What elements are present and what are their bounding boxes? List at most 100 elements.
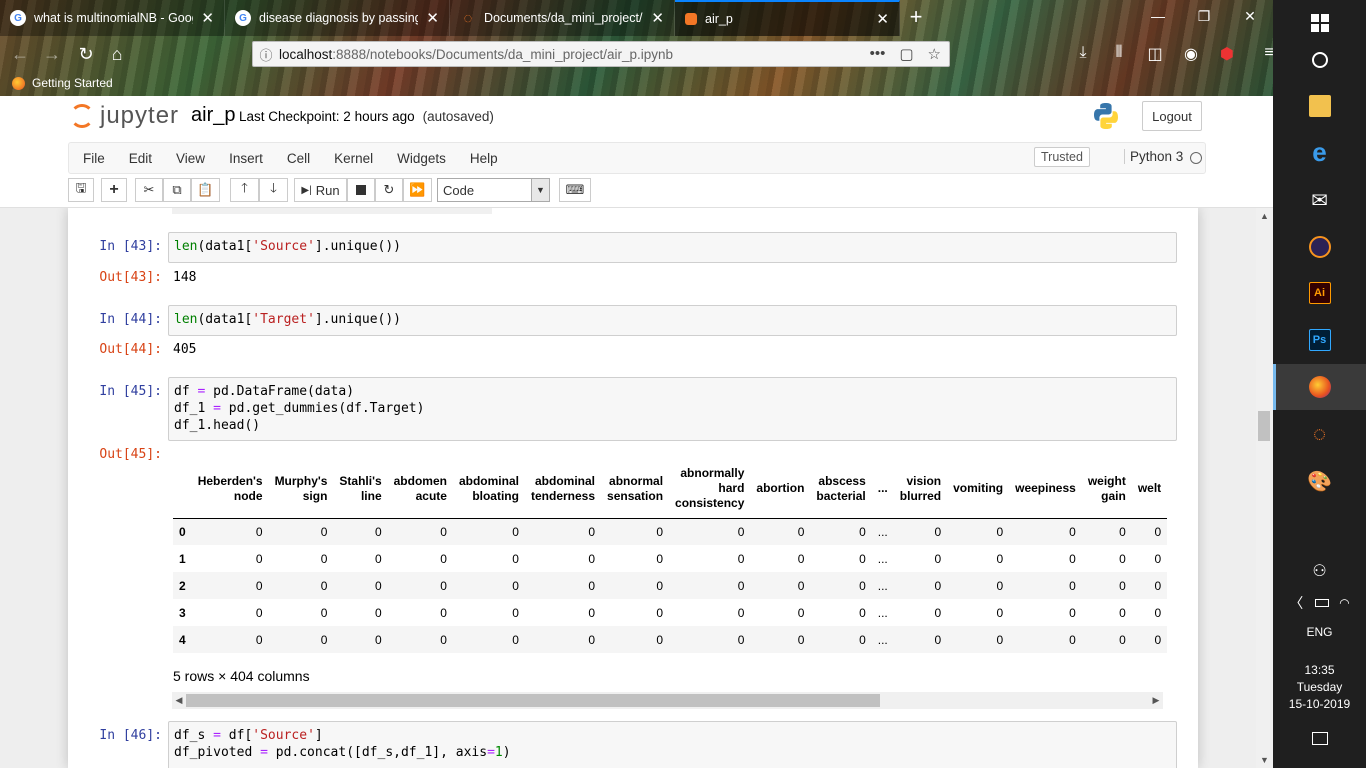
reload-icon[interactable]: ↻ [74,42,98,66]
column-header-text: weight [1087,473,1126,488]
info-icon[interactable]: ⓘ [253,45,279,64]
forward-icon[interactable]: → [40,42,64,66]
input-prompt: In [44]: [99,312,162,327]
browser-tab-air-p[interactable]: air_p ✕ [675,0,900,36]
menu-edit[interactable]: Edit [129,151,152,166]
code-cell-44[interactable]: len(data1['Target'].unique()) [168,305,1177,336]
chevron-left-icon[interactable]: 〈 [1289,593,1303,613]
column-header-text: bloating [472,488,519,503]
clock-day[interactable]: Tuesday [1273,680,1366,694]
bookmark-star-icon[interactable]: ☆ [928,45,941,63]
menu-help[interactable]: Help [470,151,498,166]
restore-icon[interactable]: ❐ [1181,0,1227,32]
code-cell-45[interactable]: df = pd.DataFrame(data) df_1 = pd.get_du… [168,377,1177,441]
menu-kernel[interactable]: Kernel [334,151,373,166]
table-cell: 0 [737,524,745,539]
cortana-icon[interactable] [1273,37,1366,83]
paint-icon[interactable]: 🎨 [1273,458,1366,504]
restart-run-all-button[interactable]: ⏩ [403,178,432,202]
sidebar-icon[interactable]: ◫ [1144,44,1166,64]
move-up-button[interactable]: 🡑 [230,178,259,202]
action-center-icon[interactable] [1273,715,1366,761]
page-actions-icon[interactable]: ••• [870,45,886,63]
column-header-text: abscess [818,473,866,488]
language-indicator[interactable]: ENG [1273,625,1366,639]
close-tab-icon[interactable]: ✕ [201,9,214,27]
table-cell: 0 [512,551,519,566]
extension-icon[interactable]: ⬢ [1216,44,1238,64]
column-header: Heberden's node [191,460,269,519]
home-icon[interactable]: ⌂ [105,42,129,66]
run-button[interactable]: ▶| Run [294,178,347,202]
edge-icon[interactable]: e [1273,129,1366,175]
logout-button[interactable]: Logout [1142,101,1202,131]
copy-button[interactable]: ⧉ [163,178,191,202]
download-icon[interactable]: ⤓ [1072,44,1094,64]
illustrator-icon[interactable]: Ai [1273,270,1366,316]
paste-button[interactable]: 📋 [191,178,220,202]
menu-file[interactable]: File [83,151,105,166]
scroll-down-icon[interactable]: ▼ [1256,752,1273,768]
fast-forward-icon: ⏩ [409,182,426,197]
table-row: 4 0 0 0 0 0 0 0 0 0 0... 0 0 0 0 0 [173,626,1168,653]
previous-output [172,208,492,214]
column-header-text: abdominal [535,473,596,488]
menu-view[interactable]: View [176,151,205,166]
back-icon[interactable]: ← [8,42,32,66]
code-cell-46[interactable]: df_s = df['Source'] df_pivoted = pd.conc… [168,721,1177,768]
cut-button[interactable]: ✂ [135,178,163,202]
column-header: abdomen acute [387,460,453,519]
eclipse-icon[interactable] [1273,224,1366,270]
menu-icon[interactable]: ≡ [1258,44,1280,64]
horizontal-scrollbar[interactable]: ◀ ▶ [172,692,1163,709]
firefox-taskbar-icon[interactable] [1273,364,1366,410]
account-icon[interactable]: ◉ [1180,44,1202,64]
vertical-scrollbar[interactable]: ▲ ▼ [1256,208,1273,768]
clock-date[interactable]: 15-10-2019 [1273,697,1366,711]
clock-time[interactable]: 13:35 [1273,663,1366,677]
wifi-icon[interactable]: ◠ [1339,596,1349,610]
menu-cell[interactable]: Cell [287,151,310,166]
battery-icon[interactable] [1315,599,1330,607]
jupyter-taskbar-icon[interactable]: ◌ [1273,411,1366,457]
close-tab-icon[interactable]: ✕ [426,9,439,27]
close-window-icon[interactable]: ✕ [1227,0,1273,32]
notebook-name[interactable]: air_p [191,104,235,127]
close-tab-icon[interactable]: ✕ [651,9,664,27]
menu-widgets[interactable]: Widgets [397,151,446,166]
browser-tab-google-search[interactable]: G what is multinomialNB - Google Search … [0,0,225,36]
photoshop-icon[interactable]: Ps [1273,317,1366,363]
close-tab-icon[interactable]: ✕ [876,10,889,28]
url-bar[interactable]: ⓘ localhost:8888/notebooks/Documents/da_… [252,41,950,67]
minimize-icon[interactable]: — [1135,0,1181,32]
jupyter-logo[interactable]: jupyter [70,102,179,130]
table-cell: 0 [440,578,447,593]
trusted-indicator[interactable]: Trusted [1034,147,1090,167]
save-button[interactable]: 🖫 [68,178,94,202]
interrupt-button[interactable] [347,178,375,202]
bookmark-getting-started[interactable]: Getting Started [12,76,113,90]
file-explorer-icon[interactable] [1273,83,1366,129]
code-cell-43[interactable]: len(data1['Source'].unique()) [168,232,1177,263]
scroll-right-icon[interactable]: ▶ [1149,692,1163,709]
move-down-button[interactable]: 🡓 [259,178,288,202]
column-header-text: vomiting [953,481,1004,496]
scroll-thumb[interactable] [1258,411,1270,441]
browser-tab-documents[interactable]: ◌ Documents/da_mini_project/ ✕ [450,0,675,36]
scroll-thumb[interactable] [186,694,880,707]
scroll-left-icon[interactable]: ◀ [172,692,186,709]
new-tab-icon[interactable]: + [903,4,929,30]
mail-icon[interactable]: ✉ [1273,177,1366,223]
command-palette-button[interactable]: ⌨ [559,178,591,202]
pocket-icon[interactable]: ▢ [899,45,913,63]
insert-cell-button[interactable]: + [101,178,127,202]
restart-kernel-button[interactable]: ↻ [375,178,403,202]
tab-title: air_p [705,12,733,26]
cell-type-select[interactable]: Code ▼ [437,178,550,202]
library-icon[interactable]: ⫴ [1108,44,1130,64]
browser-tab-disease-diagnosis[interactable]: G disease diagnosis by passing symptoms … [225,0,450,36]
run-label: Run [315,182,340,198]
menu-insert[interactable]: Insert [229,151,263,166]
scroll-up-icon[interactable]: ▲ [1256,208,1273,224]
table-cell: 0 [934,605,942,620]
